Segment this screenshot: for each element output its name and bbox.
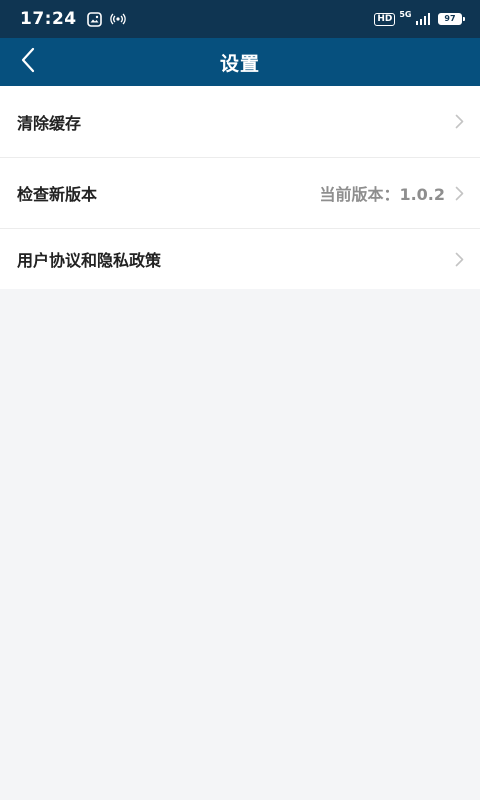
settings-item-label: 清除缓存 (17, 113, 82, 133)
chevron-right-icon (455, 252, 464, 267)
status-left-icons (86, 11, 126, 27)
gallery-icon (86, 11, 102, 27)
current-version-value: 当前版本：1.0.2 (319, 185, 445, 204)
status-time: 17:24 (20, 9, 77, 29)
battery-level: 97 (444, 14, 456, 23)
battery-icon: 97 (438, 13, 465, 25)
settings-item-check-version[interactable]: 检查新版本 当前版本：1.0.2 (0, 158, 480, 229)
status-bar: 17:24 HD 5G 97 (0, 0, 480, 38)
nav-bar: 设置 (0, 38, 480, 86)
settings-item-label: 用户协议和隐私政策 (17, 251, 162, 270)
hotspot-icon (109, 12, 126, 26)
signal-icon (415, 13, 430, 25)
chevron-right-icon (455, 186, 464, 201)
back-button[interactable] (10, 44, 46, 80)
chevron-left-icon (20, 47, 36, 77)
network-type-label: 5G (399, 9, 412, 19)
chevron-right-icon (455, 114, 464, 129)
hd-badge: HD (374, 12, 396, 26)
status-right-icons: HD 5G 97 (374, 9, 465, 26)
page-title: 设置 (219, 52, 260, 75)
settings-list: 清除缓存 检查新版本 当前版本：1.0.2 用户协议和隐私政策 (0, 86, 480, 289)
settings-item-clear-cache[interactable]: 清除缓存 (0, 86, 480, 158)
settings-item-user-agreement-privacy[interactable]: 用户协议和隐私政策 (0, 229, 480, 289)
settings-item-label: 检查新版本 (17, 185, 98, 204)
